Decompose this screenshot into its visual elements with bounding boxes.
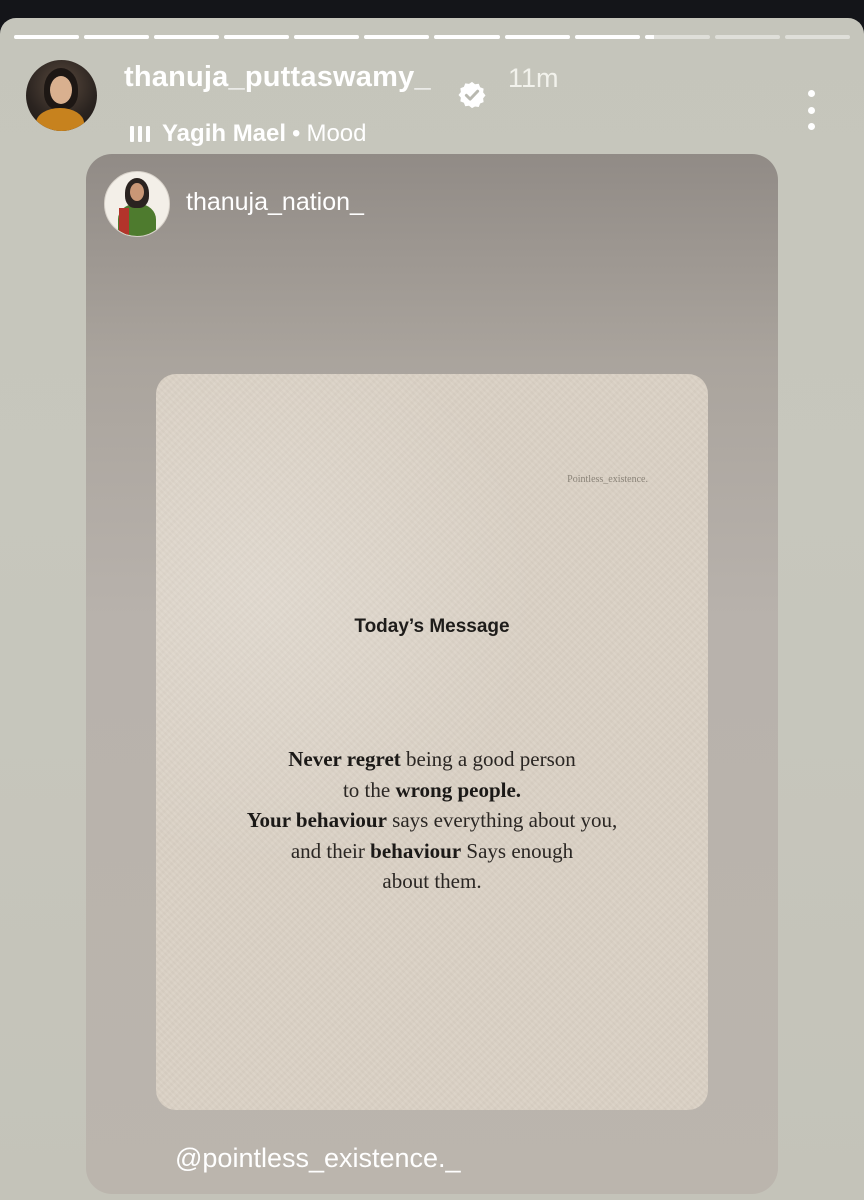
music-track: Mood [306, 120, 367, 147]
quote-line-5: about them. [382, 869, 482, 893]
music-attribution[interactable]: Yagih Mael • Mood [130, 120, 367, 148]
music-bars-icon [130, 126, 150, 142]
progress-segment [434, 35, 500, 39]
shared-post-image: Pointless_existence. Today’s Message Nev… [156, 374, 708, 1110]
progress-segment [504, 35, 570, 39]
quote-line-4: and their behaviour Says enough [290, 838, 574, 863]
shared-post-avatar[interactable] [104, 171, 170, 237]
progress-segment [294, 35, 360, 39]
music-artist: Yagih Mael [162, 120, 287, 147]
story-progress-bar [14, 35, 850, 39]
progress-segment [644, 35, 710, 39]
progress-segment [784, 35, 850, 39]
more-vertical-icon[interactable] [798, 90, 824, 130]
quote-line-1: Never regret being a good person [288, 747, 576, 771]
progress-segment [154, 35, 220, 39]
story-timestamp: 11m [508, 63, 559, 93]
shared-post-username[interactable]: thanuja_nation_ [186, 188, 364, 217]
image-watermark: Pointless_existence. [567, 474, 648, 485]
progress-segment [14, 35, 80, 39]
profile-avatar[interactable] [26, 60, 97, 131]
progress-segment [224, 35, 290, 39]
quote-line-2: to the wrong people. [342, 777, 522, 802]
progress-segment [364, 35, 430, 39]
music-separator: • [292, 120, 301, 147]
story-username[interactable]: thanuja_puttaswamy_ [124, 61, 431, 94]
progress-segment [574, 35, 640, 39]
message-title: Today’s Message [354, 616, 510, 637]
mention-link[interactable]: @pointless_existence._ [175, 1143, 461, 1174]
progress-segment [714, 35, 780, 39]
quote-line-3: Your behaviour says everything about you… [246, 808, 618, 832]
progress-segment [84, 35, 150, 39]
message-quote: Never regret being a good person to the … [156, 744, 708, 897]
verified-badge-icon [458, 81, 486, 109]
